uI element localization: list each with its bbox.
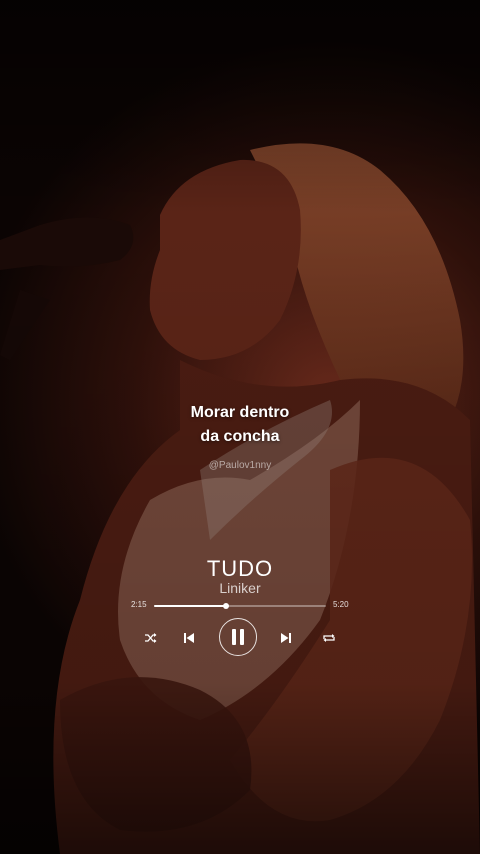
current-time: 2:15 (131, 600, 147, 609)
total-time: 5:20 (333, 600, 349, 609)
creator-handle: @Paulov1nny (208, 460, 272, 471)
play-pause-button[interactable] (219, 618, 257, 656)
lyrics-line-1: Morar dentro (190, 404, 290, 421)
pause-icon (232, 629, 244, 645)
shuffle-icon (145, 633, 157, 643)
lyrics: Morar dentro da concha (0, 401, 480, 449)
song-title: TUDO (206, 556, 274, 581)
lyrics-line-2: da concha (200, 428, 280, 445)
next-icon (281, 633, 291, 643)
repeat-button[interactable] (320, 629, 338, 647)
shuffle-button[interactable] (142, 629, 160, 647)
artist-name: Liniker (219, 580, 261, 596)
next-button[interactable] (277, 629, 295, 647)
repeat-icon (323, 634, 335, 642)
progress-bar[interactable] (154, 603, 326, 609)
previous-icon (184, 633, 194, 643)
progress-fill (154, 605, 227, 607)
previous-button[interactable] (180, 629, 198, 647)
